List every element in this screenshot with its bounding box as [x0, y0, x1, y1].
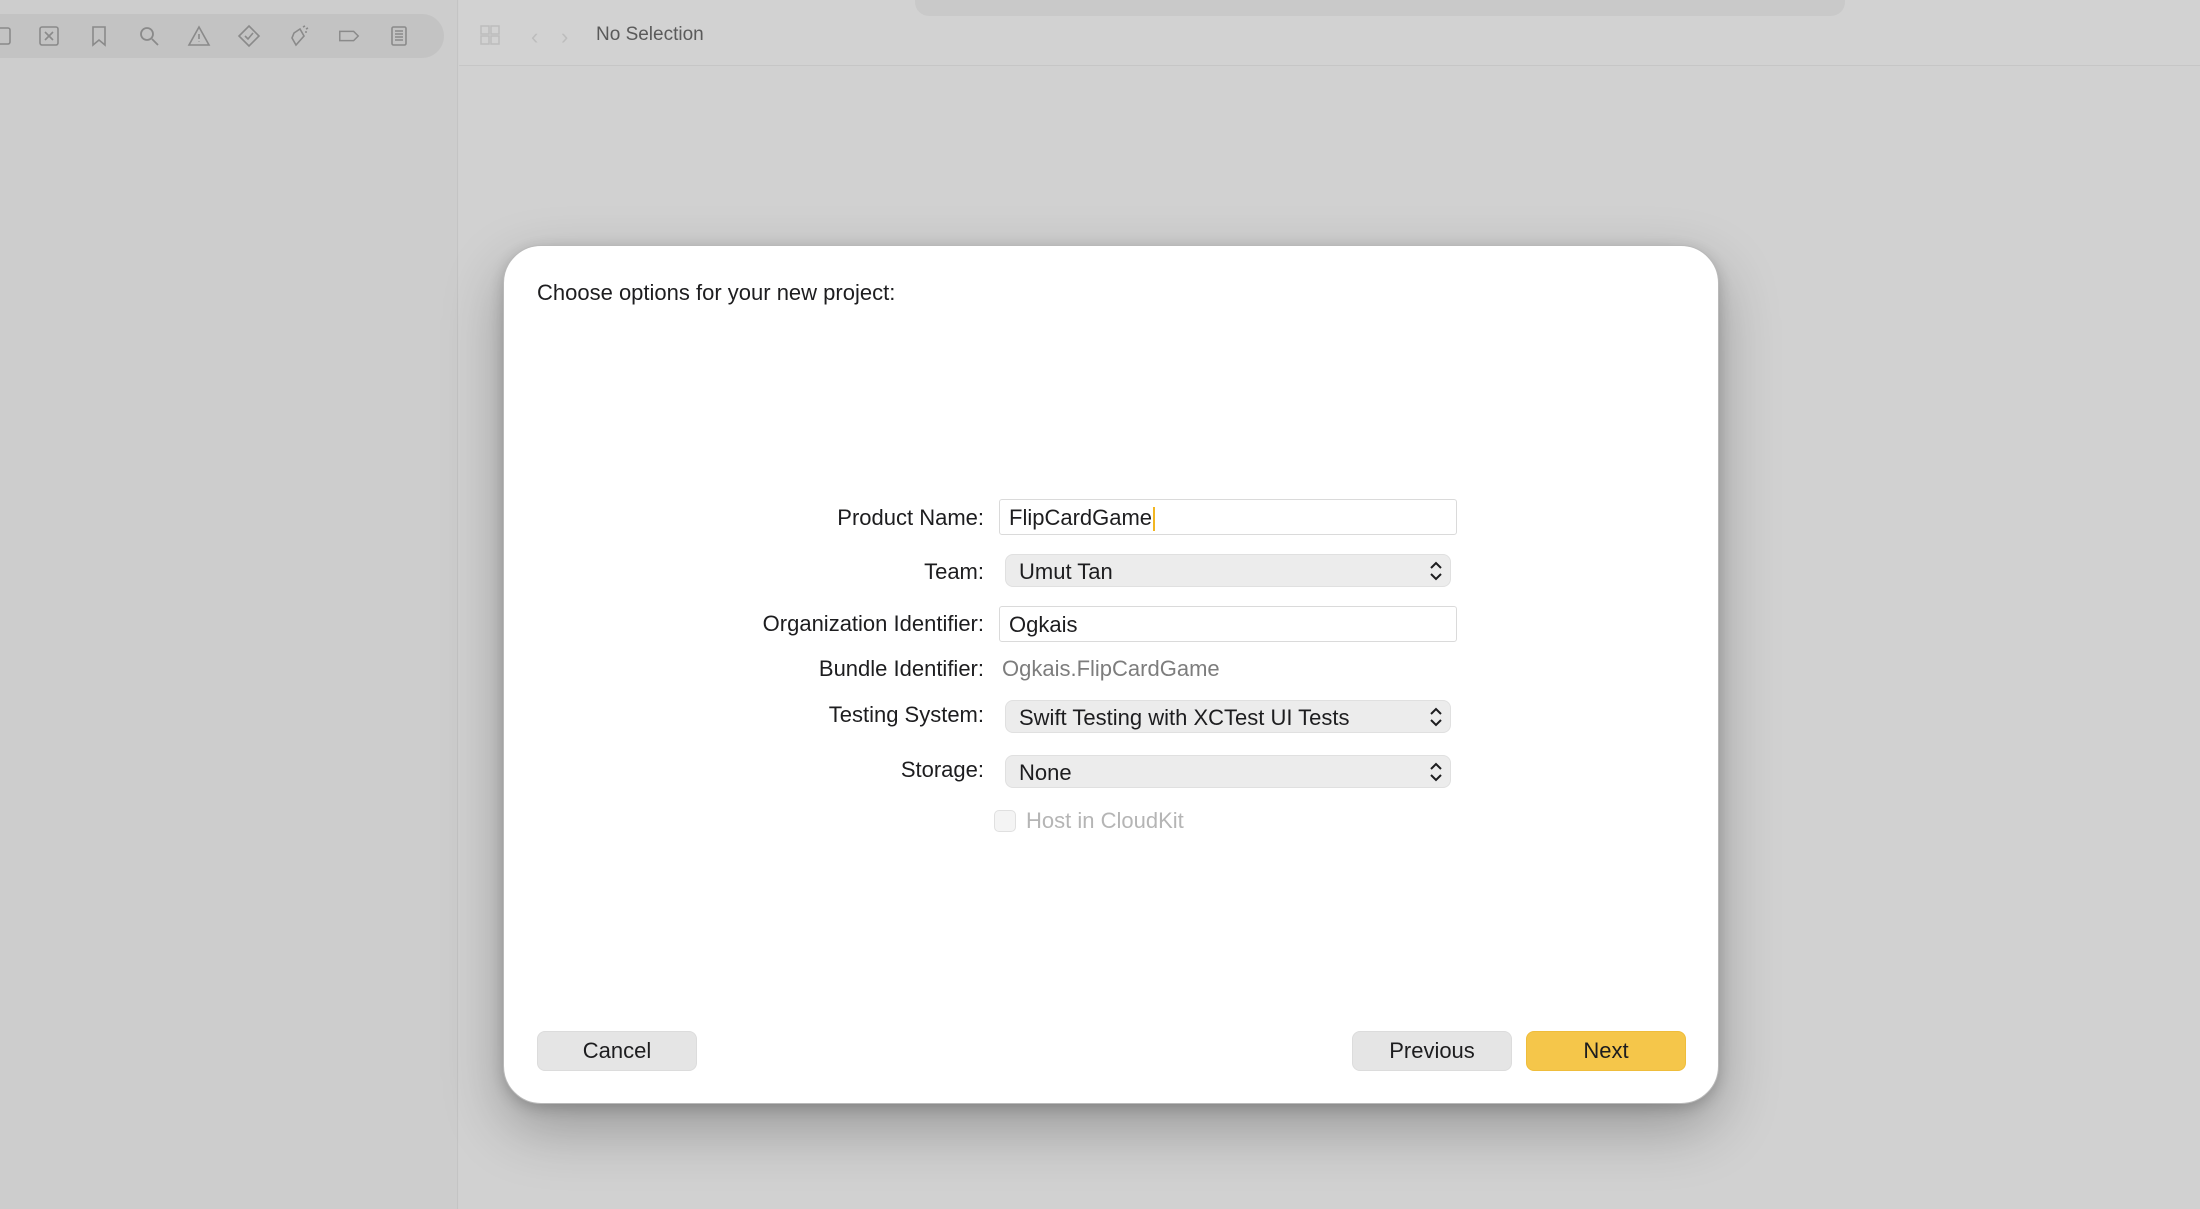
testing-system-label: Testing System:: [828, 702, 984, 727]
tag-icon[interactable]: [324, 14, 374, 58]
text-caret: [1153, 507, 1156, 532]
up-down-chevron-icon: [1430, 762, 1442, 782]
chevron-left-icon[interactable]: ‹: [531, 24, 538, 50]
bookmark-icon[interactable]: [74, 14, 124, 58]
up-down-chevron-icon: [1430, 561, 1442, 581]
project-navigator: [0, 0, 458, 1209]
bundle-identifier-label: Bundle Identifier:: [818, 656, 984, 681]
sidebar-icon[interactable]: [0, 14, 24, 58]
navigator-toolbar: [0, 14, 444, 58]
editor-status-text: No Selection: [596, 24, 704, 45]
chevron-right-icon[interactable]: ›: [561, 24, 568, 50]
storage-popup[interactable]: None: [1005, 755, 1451, 788]
close-square-icon[interactable]: [24, 14, 74, 58]
dialog-title: Choose options for your new project:: [537, 280, 896, 305]
product-name-label: Product Name:: [837, 505, 984, 530]
cancel-button[interactable]: Cancel: [537, 1031, 697, 1071]
warning-icon[interactable]: [174, 14, 224, 58]
window-top-strip: [915, 0, 1845, 16]
team-value: Umut Tan: [1019, 559, 1113, 584]
up-down-chevron-icon: [1430, 707, 1442, 727]
org-identifier-field[interactable]: Ogkais: [999, 606, 1457, 642]
host-in-cloudkit-label: Host in CloudKit: [1026, 808, 1184, 833]
bundle-identifier-value: Ogkais.FlipCardGame: [1002, 656, 1220, 681]
storage-value: None: [1019, 760, 1072, 785]
report-icon[interactable]: [374, 14, 424, 58]
previous-button[interactable]: Previous: [1352, 1031, 1512, 1071]
team-popup[interactable]: Umut Tan: [1005, 554, 1451, 587]
new-project-options-dialog: Choose options for your new project: Pro…: [503, 245, 1719, 1104]
search-icon[interactable]: [124, 14, 174, 58]
next-button[interactable]: Next: [1526, 1031, 1686, 1071]
product-name-value: FlipCardGame: [1009, 505, 1153, 530]
diamond-check-icon[interactable]: [224, 14, 274, 58]
host-in-cloudkit-checkbox[interactable]: [994, 810, 1016, 832]
grid-icon[interactable]: [479, 24, 501, 46]
product-name-field[interactable]: FlipCardGame: [999, 499, 1457, 535]
spray-icon[interactable]: [274, 14, 324, 58]
org-identifier-label: Organization Identifier:: [762, 611, 984, 636]
testing-system-value: Swift Testing with XCTest UI Tests: [1019, 705, 1350, 730]
storage-label: Storage:: [900, 757, 984, 782]
team-label: Team:: [924, 559, 984, 584]
org-identifier-value: Ogkais: [1009, 612, 1078, 637]
testing-system-popup[interactable]: Swift Testing with XCTest UI Tests: [1005, 700, 1451, 733]
